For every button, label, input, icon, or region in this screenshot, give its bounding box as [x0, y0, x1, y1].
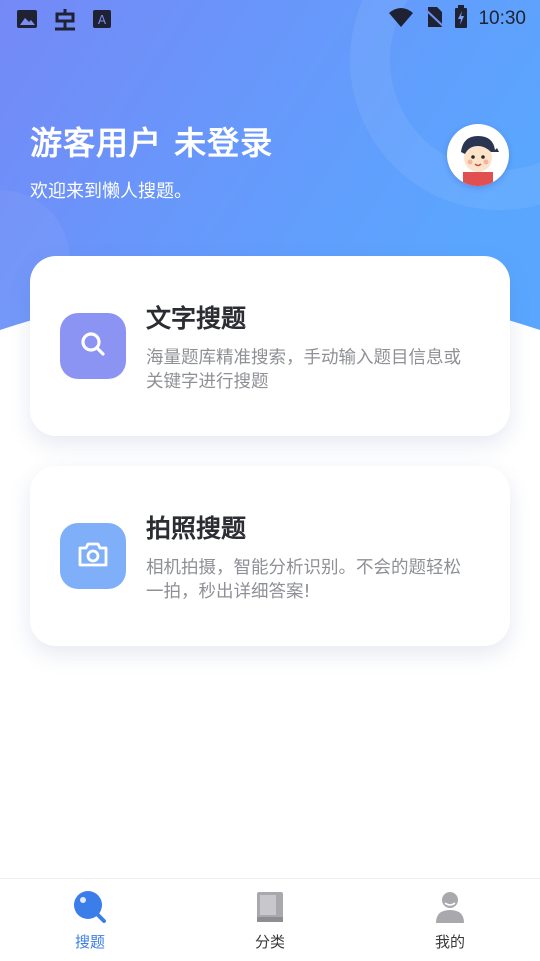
app-bug-icon — [52, 7, 78, 35]
bottom-tab-bar: 搜题 分类 我的 — [0, 878, 540, 961]
welcome-subtitle: 欢迎来到懒人搜题。 — [30, 181, 192, 202]
no-sim-icon — [424, 6, 445, 32]
tab-search[interactable]: 搜题 — [0, 879, 180, 961]
user-icon — [433, 889, 467, 925]
camera-icon — [77, 540, 109, 572]
font-a-icon: A — [92, 9, 112, 33]
page-title: 游客用户 未登录 — [30, 124, 274, 162]
tab-search-label: 搜题 — [74, 933, 105, 951]
text-search-title: 文字搜题 — [146, 304, 247, 333]
battery-charging-icon — [454, 5, 468, 33]
svg-text:A: A — [98, 13, 107, 27]
text-search-card[interactable]: 文字搜题 海量题库精准搜索，手动输入题目信息或关键字进行搜题 — [30, 256, 510, 436]
tab-mine-label: 我的 — [434, 933, 465, 951]
tab-category[interactable]: 分类 — [180, 879, 360, 961]
search-icon — [79, 330, 107, 362]
search-tab-icon — [71, 889, 109, 925]
photo-search-description: 相机拍摄，智能分析识别。不会的题轻松一拍，秒出详细答案! — [146, 558, 461, 602]
wifi-icon — [388, 6, 414, 32]
text-search-icon-box — [60, 313, 126, 379]
avatar[interactable] — [447, 124, 509, 186]
text-search-description: 海量题库精准搜索，手动输入题目信息或关键字进行搜题 — [146, 348, 461, 392]
photo-search-title: 拍照搜题 — [146, 514, 247, 543]
status-time: 10:30 — [478, 8, 526, 29]
image-icon — [16, 9, 38, 33]
photo-search-icon-box — [60, 523, 126, 589]
tab-mine[interactable]: 我的 — [360, 879, 540, 961]
photo-search-card[interactable]: 拍照搜题 相机拍摄，智能分析识别。不会的题轻松一拍，秒出详细答案! — [30, 466, 510, 646]
book-icon — [253, 889, 287, 925]
status-bar: A 10:30 — [0, 0, 540, 36]
tab-category-label: 分类 — [254, 933, 285, 951]
